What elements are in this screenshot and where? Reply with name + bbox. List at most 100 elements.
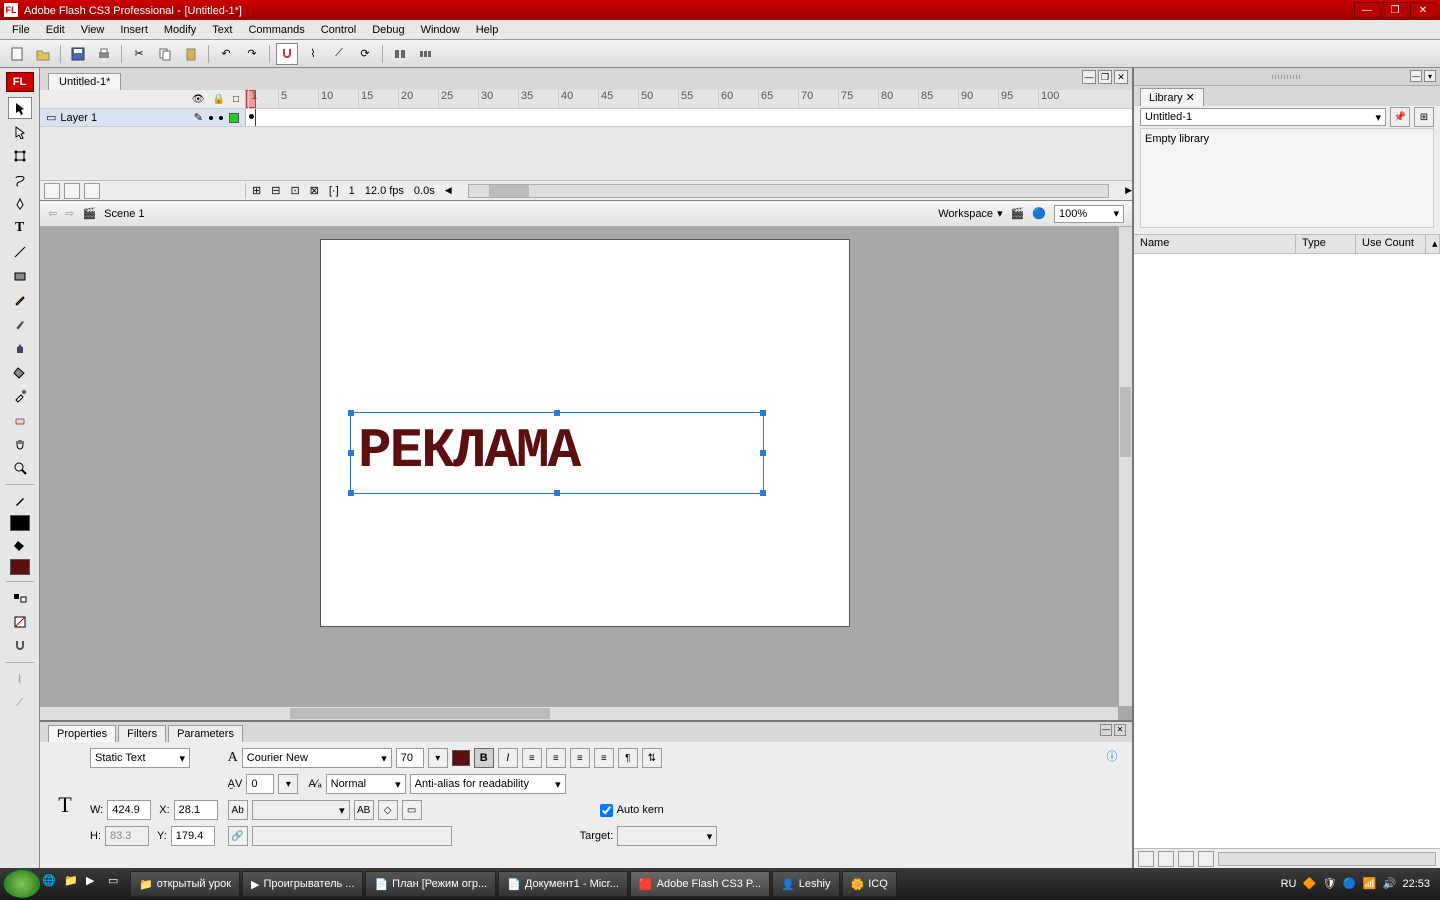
onion-outlines-icon[interactable]: ⊟: [271, 184, 280, 197]
ink-bottle-tool[interactable]: [8, 337, 32, 359]
resize-handle-bm[interactable]: [554, 490, 560, 496]
position-dropdown[interactable]: Normal▾: [326, 774, 406, 794]
timeline-scrollbar[interactable]: [468, 184, 1109, 198]
delete-layer-button[interactable]: [84, 183, 100, 199]
resize-handle-bl[interactable]: [348, 490, 354, 496]
minimize-button[interactable]: —: [1354, 2, 1380, 18]
canvas-vscroll[interactable]: [1118, 227, 1132, 706]
task-4[interactable]: 📄 Документ1 - Micr...: [498, 871, 628, 897]
timeline-ruler[interactable]: 1510152025303540455055606570758085909510…: [246, 90, 1132, 108]
rotate-button[interactable]: ⟳: [354, 43, 376, 65]
task-2[interactable]: ▶ Проигрыватель ...: [242, 871, 363, 897]
col-type[interactable]: Type: [1296, 235, 1356, 253]
task-3[interactable]: 📄 План [Режим огр...: [365, 871, 496, 897]
x-input[interactable]: 28.1: [174, 800, 218, 820]
line-tool[interactable]: [8, 241, 32, 263]
layer-lock-dot[interactable]: [219, 116, 223, 120]
antialias-dropdown[interactable]: Anti-alias for readability▾: [410, 774, 566, 794]
quick-launch-3[interactable]: ▶: [86, 874, 106, 894]
doc-tab-untitled[interactable]: Untitled-1*: [48, 73, 121, 90]
undo-button[interactable]: ↶: [215, 43, 237, 65]
quick-launch-1[interactable]: 🌐: [42, 874, 62, 894]
link-icon[interactable]: 🔗: [228, 826, 248, 846]
distribute-button[interactable]: [415, 43, 437, 65]
fill-color-tool[interactable]: [8, 534, 32, 556]
text-type-dropdown[interactable]: Static Text▾: [90, 748, 190, 768]
timeline-frames[interactable]: [246, 109, 1132, 126]
close-button[interactable]: ✕: [1410, 2, 1436, 18]
snap-button[interactable]: [276, 43, 298, 65]
text-tool[interactable]: T: [8, 217, 32, 239]
eraser-tool[interactable]: [8, 409, 32, 431]
back-icon[interactable]: ⇦: [48, 207, 57, 220]
panel-menu-icon[interactable]: ▾: [1424, 70, 1436, 82]
bold-button[interactable]: B: [474, 748, 494, 768]
tray-icon-1[interactable]: 🔶: [1302, 877, 1316, 891]
task-7[interactable]: 🌼 ICQ: [842, 871, 897, 897]
layer-row[interactable]: ▭ Layer 1 ✎: [40, 109, 246, 126]
tab-library[interactable]: Library ✕: [1140, 88, 1204, 106]
menu-debug[interactable]: Debug: [364, 22, 412, 38]
new-layer-button[interactable]: [44, 183, 60, 199]
tray-clock[interactable]: 22:53: [1402, 878, 1430, 890]
orientation-button[interactable]: ⇅: [642, 748, 662, 768]
panel-close-icon[interactable]: ✕: [1114, 724, 1126, 736]
forward-icon[interactable]: ⇨: [65, 207, 74, 220]
new-symbol-button[interactable]: [1138, 851, 1154, 867]
layer-outline-color[interactable]: [229, 113, 239, 123]
canvas-hscroll[interactable]: [40, 706, 1118, 720]
paste-button[interactable]: [180, 43, 202, 65]
save-button[interactable]: [67, 43, 89, 65]
render-html-button[interactable]: AB: [354, 800, 374, 820]
resize-handle-ml[interactable]: [348, 450, 354, 456]
brush-tool[interactable]: [8, 313, 32, 335]
zoom-tool[interactable]: [8, 457, 32, 479]
start-button[interactable]: [4, 870, 40, 898]
doc-restore-button[interactable]: ❐: [1098, 70, 1112, 84]
edit-symbol-icon[interactable]: 🔵: [1032, 207, 1046, 220]
tab-properties[interactable]: Properties: [48, 725, 116, 742]
library-doc-dropdown[interactable]: Untitled-1▾: [1140, 108, 1386, 126]
paragraph-button[interactable]: ¶: [618, 748, 638, 768]
no-color-button[interactable]: [8, 611, 32, 633]
width-input[interactable]: 424.9: [107, 800, 151, 820]
layer-vis-dot[interactable]: [209, 116, 213, 120]
zoom-dropdown[interactable]: 100%▾: [1054, 205, 1124, 223]
panel-grip[interactable]: — ▾: [1134, 68, 1440, 86]
menu-text[interactable]: Text: [204, 22, 240, 38]
embed-button[interactable]: ◇: [378, 800, 398, 820]
align-left-button[interactable]: ≡: [522, 748, 542, 768]
quick-launch-2[interactable]: 📁: [64, 874, 84, 894]
onion-skin-icon[interactable]: ⊞: [252, 184, 261, 197]
pen-tool[interactable]: [8, 193, 32, 215]
lang-indicator[interactable]: RU: [1281, 878, 1297, 890]
pencil-tool[interactable]: [8, 289, 32, 311]
menu-control[interactable]: Control: [313, 22, 364, 38]
fill-swatch[interactable]: [10, 559, 30, 575]
align-justify-button[interactable]: ≡: [594, 748, 614, 768]
new-folder-button[interactable]: [64, 183, 80, 199]
snap-option-button[interactable]: [8, 635, 32, 657]
menu-help[interactable]: Help: [468, 22, 507, 38]
cut-button[interactable]: ✂: [128, 43, 150, 65]
free-transform-tool[interactable]: [8, 145, 32, 167]
font-dropdown[interactable]: Courier New▾: [242, 748, 392, 768]
show-desktop[interactable]: ▭: [108, 874, 128, 894]
menu-file[interactable]: File: [4, 22, 38, 38]
resize-handle-tm[interactable]: [554, 410, 560, 416]
border-button[interactable]: ▭: [402, 800, 422, 820]
tray-icon-3[interactable]: 🔵: [1342, 877, 1356, 891]
stroke-swatch[interactable]: [10, 515, 30, 531]
eye-icon[interactable]: 👁: [192, 94, 205, 105]
text-color-swatch[interactable]: [452, 750, 470, 766]
col-name[interactable]: Name: [1134, 235, 1296, 253]
edit-frames-icon[interactable]: ⊡: [290, 184, 299, 197]
task-1[interactable]: 📁 открытый урок: [130, 871, 240, 897]
copy-button[interactable]: [154, 43, 176, 65]
menu-window[interactable]: Window: [413, 22, 468, 38]
resize-handle-br[interactable]: [760, 490, 766, 496]
library-list[interactable]: [1134, 254, 1440, 848]
lock-icon[interactable]: 🔒: [213, 94, 225, 105]
hand-tool[interactable]: [8, 433, 32, 455]
new-library-button[interactable]: ⊞: [1414, 107, 1434, 127]
